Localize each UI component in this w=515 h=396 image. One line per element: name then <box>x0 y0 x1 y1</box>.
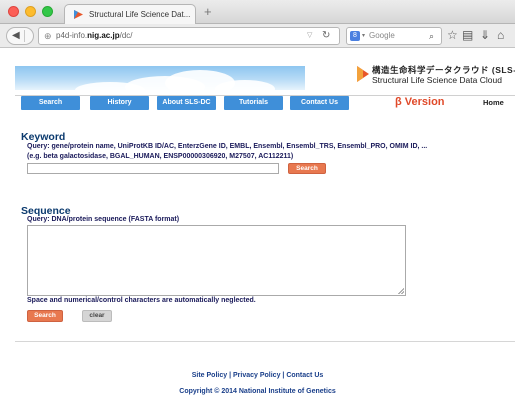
url-prefix: p4d-info. <box>56 31 88 40</box>
sky-banner <box>15 66 305 90</box>
keyword-search-input[interactable] <box>27 163 279 174</box>
chevron-down-icon[interactable]: ▾ <box>362 28 365 44</box>
sequence-note: Space and numerical/control characters a… <box>27 297 256 304</box>
star-icon[interactable]: ☆ <box>447 28 458 42</box>
nav-history-button[interactable]: History <box>90 96 149 110</box>
sequence-query-help: Query: DNA/protein sequence (FASTA forma… <box>27 216 180 223</box>
nav-about-button[interactable]: About SLS-DC <box>157 96 216 110</box>
download-icon[interactable]: ⇓ <box>480 28 490 42</box>
logo-english-title: Structural Life Science Data Cloud <box>372 75 502 85</box>
search-icon[interactable]: ⌕ <box>429 28 434 44</box>
reading-list-icon[interactable]: ▤ <box>462 28 473 42</box>
copyright-text: Copyright © 2014 National Institute of G… <box>179 388 336 395</box>
globe-icon: ⊕ <box>44 31 52 41</box>
footer-divider <box>15 341 515 342</box>
url-path: /dc/ <box>119 31 133 40</box>
browser-titlebar: Structural Life Science Dat... + <box>0 0 515 24</box>
nav-search-button[interactable]: Search <box>21 96 80 110</box>
window-minimize-button[interactable] <box>25 6 36 17</box>
keyword-heading: Keyword <box>21 131 66 143</box>
browser-toolbar: ◀ ⊕ p4d-info.nig.ac.jp/dc/ ▽ ↻ 8 ▾ Googl… <box>0 24 515 48</box>
logo-japanese-title: 構造生命科学データクラウド (SLS-DC) <box>372 65 515 75</box>
site-policy-link[interactable]: Site Policy <box>192 372 227 379</box>
home-icon[interactable]: ⌂ <box>497 28 504 42</box>
home-link[interactable]: Home <box>483 97 504 109</box>
tab-title: Structural Life Science Dat... <box>89 10 191 19</box>
sequence-search-button[interactable]: Search <box>27 310 63 322</box>
nav-tutorials-button[interactable]: Tutorials <box>224 96 283 110</box>
footer-contact-link[interactable]: Contact Us <box>286 372 323 379</box>
search-engine-icon[interactable]: 8 <box>350 31 360 41</box>
nav-contact-button[interactable]: Contact Us <box>290 96 349 110</box>
clear-button[interactable]: clear <box>82 310 112 322</box>
site-logo-text[interactable]: 構造生命科学データクラウド (SLS-DC) Structural Life S… <box>372 65 515 85</box>
site-favicon-icon <box>74 10 83 19</box>
search-placeholder: Google <box>369 31 395 40</box>
resize-handle-icon[interactable] <box>398 288 404 294</box>
window-maximize-button[interactable] <box>42 6 53 17</box>
back-forward-buttons[interactable]: ◀ <box>6 27 34 45</box>
url-domain: nig.ac.jp <box>87 31 120 40</box>
new-tab-button[interactable]: + <box>204 4 212 20</box>
back-arrow-icon[interactable]: ◀ <box>12 28 20 44</box>
divider <box>24 30 25 42</box>
keyword-query-help: Query: gene/protein name, UniProtKB ID/A… <box>27 143 428 150</box>
footer-links: Site Policy | Privacy Policy | Contact U… <box>0 372 515 379</box>
browser-tab[interactable]: Structural Life Science Dat... <box>64 4 196 24</box>
keyword-search-button[interactable]: Search <box>288 163 326 174</box>
browser-search-bar[interactable]: 8 ▾ Google ⌕ <box>346 27 442 45</box>
keyword-example-text: (e.g. beta galactosidase, BGAL_HUMAN, EN… <box>27 153 294 160</box>
privacy-policy-link[interactable]: Privacy Policy <box>233 372 280 379</box>
url-dropdown-icon[interactable]: ▽ <box>307 28 312 44</box>
sequence-textarea[interactable] <box>27 225 406 296</box>
url-text[interactable]: p4d-info.nig.ac.jp/dc/ <box>56 28 133 44</box>
sls-dc-logo-icon[interactable] <box>357 66 369 82</box>
beta-version-label: β Version <box>395 96 445 108</box>
window-close-button[interactable] <box>8 6 19 17</box>
reload-icon[interactable]: ↻ <box>322 28 330 44</box>
cloud-shape <box>215 80 275 90</box>
address-bar[interactable]: ⊕ p4d-info.nig.ac.jp/dc/ ▽ ↻ <box>38 27 340 45</box>
